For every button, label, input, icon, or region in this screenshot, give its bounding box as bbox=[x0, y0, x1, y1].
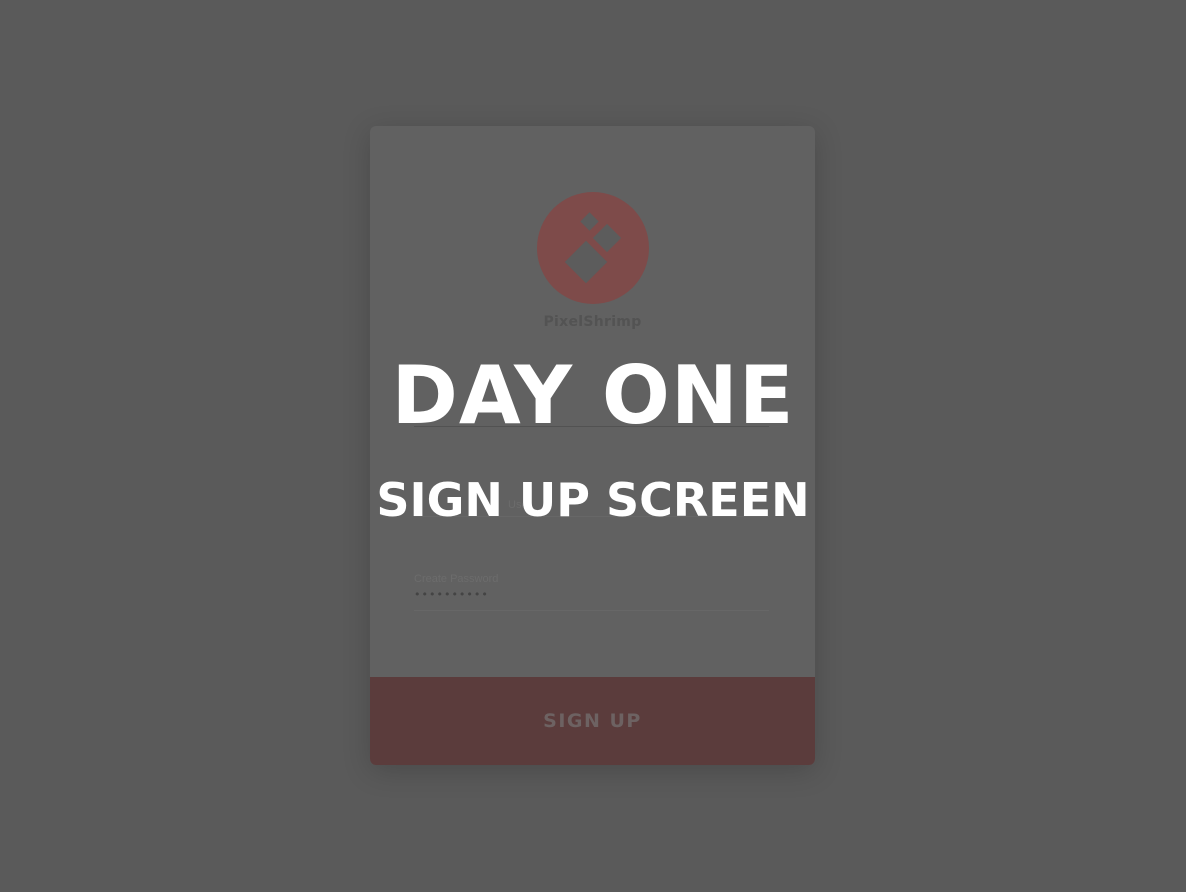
brand-logo bbox=[537, 192, 649, 304]
password-field-label: Create Password bbox=[414, 573, 499, 585]
overlay-subtitle: SIGN UP SCREEN bbox=[376, 473, 810, 527]
screen: PixelShrimp y Use Create Password ••••••… bbox=[0, 0, 1186, 892]
sign-up-button[interactable]: SIGN UP bbox=[370, 677, 815, 765]
password-field-value[interactable]: •••••••••• bbox=[414, 586, 769, 604]
password-field[interactable]: Create Password •••••••••• bbox=[414, 572, 769, 611]
brand-name: PixelShrimp bbox=[543, 314, 642, 330]
sign-up-button-label: SIGN UP bbox=[543, 710, 642, 732]
overlay-title: DAY ONE bbox=[391, 349, 795, 442]
diamond-logo-icon bbox=[564, 212, 622, 284]
signup-card: PixelShrimp y Use Create Password ••••••… bbox=[370, 126, 815, 765]
